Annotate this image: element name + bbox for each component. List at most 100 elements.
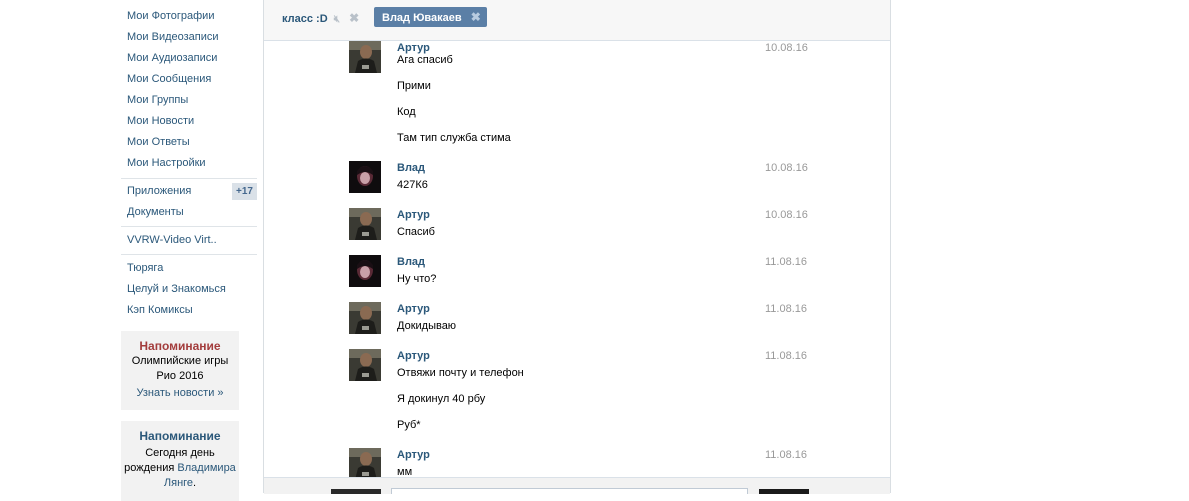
reminder-news-link[interactable]: Узнать новости » <box>136 387 223 399</box>
reminder-text: Сегодня <box>145 447 188 459</box>
message-text: Там тип служба стима <box>397 132 511 144</box>
message-author-link[interactable]: Артур <box>397 208 430 222</box>
message-input[interactable] <box>391 488 748 494</box>
dialog-tabs-bar: класс :D 🔇︎ ✖ Влад Ювакаев ✖ <box>264 0 890 41</box>
message-block: Артур 10.08.16 Спасиб <box>349 208 809 244</box>
message-text: Ну что? <box>397 273 437 285</box>
menu-item-label: Мои Ответы <box>127 136 190 148</box>
left-menu: Мои Фотографии Мои Видеозаписи Мои Аудио… <box>0 0 262 501</box>
message-block: Артур 10.08.16 Ага спасиб Прими Код Там … <box>349 41 809 151</box>
message-text: Спасиб <box>397 226 435 238</box>
menu-item-label: Мои Сообщения <box>127 73 212 85</box>
avatar-artur[interactable] <box>349 349 381 381</box>
menu-divider <box>121 254 257 255</box>
message-text: Ага спасиб <box>397 54 453 66</box>
speaker-muted-icon: 🔇︎ <box>333 14 341 25</box>
message-text: Отвяжи почту и телефон <box>397 367 524 379</box>
message-date: 11.08.16 <box>765 350 808 362</box>
reminder-text: . <box>193 477 197 489</box>
menu-item-messages[interactable]: Мои Сообщения <box>121 69 257 90</box>
menu-item-label: VVRW-Video Virt.. <box>127 234 217 246</box>
message-date: 11.08.16 <box>765 256 808 268</box>
menu-item-label: Кэп Комиксы <box>127 304 193 316</box>
reminder-olympics: Напоминание Олимпийские игры Рио 2016 Уз… <box>121 331 239 410</box>
message-text: 427К6 <box>397 179 428 191</box>
menu-item-label: Документы <box>127 206 184 218</box>
avatar-artur-image <box>349 349 381 381</box>
message-text: Прими <box>397 80 431 92</box>
reminder-title: Напоминание <box>139 429 221 443</box>
message-date: 10.08.16 <box>765 209 808 221</box>
message-block: Артур 11.08.16 Отвяжи почту и телефон Я … <box>349 349 809 435</box>
message-block: Влад 11.08.16 Ну что? <box>349 255 809 291</box>
avatar-artur-image <box>349 41 381 73</box>
menu-item-label: Мои Аудиозаписи <box>127 52 218 64</box>
reminder-text: день <box>190 447 215 459</box>
avatar-artur[interactable] <box>349 41 381 73</box>
menu-item-settings[interactable]: Мои Настройки <box>121 153 257 174</box>
reminder-birthday: Напоминание Сегодня день рождения Владим… <box>121 421 239 501</box>
avatar-artur-image <box>349 448 381 480</box>
menu-item-answers[interactable]: Мои Ответы <box>121 132 257 153</box>
message-text: Руб* <box>397 419 421 431</box>
reminder-title: Напоминание <box>139 339 221 353</box>
tab-vlad-yuvakaev[interactable]: Влад Ювакаев ✖ <box>374 7 487 27</box>
reminder-text: Олимпийские игры <box>131 355 229 367</box>
message-date: 11.08.16 <box>765 303 808 315</box>
menu-item-label: Мои Настройки <box>127 157 206 169</box>
avatar-vlad[interactable] <box>349 161 381 193</box>
menu-item-news[interactable]: Мои Новости <box>121 111 257 132</box>
menu-item-groups[interactable]: Мои Группы <box>121 90 257 111</box>
message-author-link[interactable]: Влад <box>397 161 425 175</box>
reminder-text: рождения <box>124 462 175 474</box>
menu-item-label: Мои Группы <box>127 94 189 106</box>
close-icon[interactable]: ✖ <box>349 11 359 25</box>
message-author-link[interactable]: Влад <box>397 255 425 269</box>
message-author-link[interactable]: Артур <box>397 448 430 462</box>
message-text: Докидываю <box>397 320 457 332</box>
menu-item-app-turyaga[interactable]: Тюряга <box>121 258 257 279</box>
menu-item-photos[interactable]: Мои Фотографии <box>121 6 257 27</box>
message-date: 11.08.16 <box>765 449 808 461</box>
compose-button[interactable] <box>759 489 809 494</box>
menu-item-label: Тюряга <box>127 262 164 274</box>
menu-item-documents[interactable]: Документы <box>121 202 257 223</box>
menu-item-label: Мои Фотографии <box>127 10 215 22</box>
avatar-vlad-image <box>349 161 381 193</box>
menu-item-app-kiss[interactable]: Целуй и Знакомься <box>121 279 257 300</box>
menu-item-label: Мои Новости <box>127 115 195 127</box>
avatar-artur[interactable] <box>349 208 381 240</box>
avatar-artur[interactable] <box>349 448 381 480</box>
message-date: 10.08.16 <box>765 162 808 174</box>
tab-class-chat[interactable]: класс :D 🔇︎ ✖ <box>282 9 359 27</box>
avatar-artur-image <box>349 302 381 334</box>
message-text: Код <box>397 106 416 118</box>
message-author-link[interactable]: Артур <box>397 302 430 316</box>
tab-label: класс :D <box>282 13 328 25</box>
message-text: Я докинул 40 рбу <box>397 393 486 405</box>
avatar-artur[interactable] <box>349 302 381 334</box>
menu-item-label: Приложения <box>127 185 192 197</box>
message-author-link[interactable]: Артур <box>397 349 430 363</box>
apps-counter-badge: +17 <box>232 183 257 200</box>
menu-item-label: Целуй и Знакомься <box>127 283 226 295</box>
menu-divider <box>121 226 257 227</box>
avatar-vlad[interactable] <box>349 255 381 287</box>
message-block: Артур 11.08.16 Докидываю <box>349 302 809 338</box>
menu-item-label: Мои Видеозаписи <box>127 31 219 43</box>
menu-item-app-vvrw[interactable]: VVRW-Video Virt.. <box>121 230 257 251</box>
birthday-person-link-surname[interactable]: Лянге <box>164 477 193 489</box>
compose-area <box>264 477 890 494</box>
message-block: Влад 10.08.16 427К6 <box>349 161 809 197</box>
menu-item-audio[interactable]: Мои Аудиозаписи <box>121 48 257 69</box>
birthday-person-link[interactable]: Владимира <box>177 462 235 474</box>
menu-item-videos[interactable]: Мои Видеозаписи <box>121 27 257 48</box>
menu-item-app-comics[interactable]: Кэп Комиксы <box>121 300 257 321</box>
menu-item-apps[interactable]: Приложения +17 <box>121 181 257 202</box>
close-icon[interactable]: ✖ <box>471 10 481 24</box>
conversation-panel: класс :D 🔇︎ ✖ Влад Ювакаев ✖ Артур 10.08… <box>263 0 891 494</box>
reminder-text: Рио 2016 <box>156 370 204 382</box>
menu-divider <box>121 178 257 179</box>
message-block: Артур 11.08.16 мм <box>349 448 809 480</box>
message-date: 10.08.16 <box>765 42 808 54</box>
